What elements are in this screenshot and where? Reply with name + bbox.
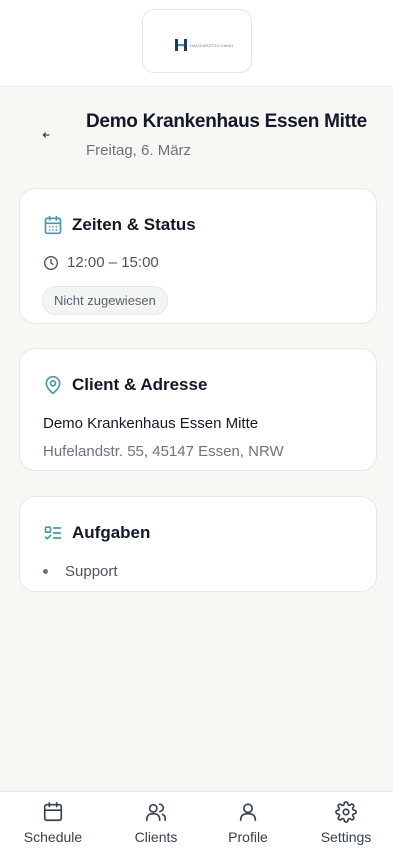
arrow-left-icon	[42, 132, 50, 138]
tasks-card: Aufgaben Support	[19, 496, 377, 592]
logo-mark-icon	[175, 39, 187, 51]
nav-label: Settings	[320, 829, 372, 845]
nav-settings[interactable]: Settings	[297, 792, 393, 854]
nav-clients[interactable]: Clients	[107, 792, 205, 854]
card-header: Client & Adresse	[43, 375, 207, 395]
bottom-nav: Schedule Clients Profile Settings	[0, 791, 393, 854]
back-button[interactable]	[36, 127, 56, 143]
nav-label: Clients	[134, 829, 178, 845]
card-header: Zeiten & Status	[43, 215, 196, 235]
nav-profile[interactable]: Profile	[199, 792, 297, 854]
gear-icon	[335, 801, 357, 823]
client-address[interactable]: Hufelandstr. 55, 45147 Essen, NRW	[43, 443, 284, 460]
logo-text: HAUSARZT24 GmbH	[190, 43, 234, 48]
card-title: Zeiten & Status	[72, 215, 196, 234]
card-header: Aufgaben	[43, 523, 150, 543]
users-icon	[146, 803, 166, 822]
time-range: 12:00 – 15:00	[43, 254, 159, 271]
map-pin-icon	[45, 375, 61, 395]
page-title: Demo Krankenhaus Essen Mitte	[86, 111, 367, 132]
status-badge: Nicht zugewiesen	[42, 286, 168, 315]
clock-icon	[44, 255, 58, 270]
card-title: Aufgaben	[72, 523, 151, 542]
bullet	[43, 569, 48, 574]
card-title: Client & Adresse	[72, 375, 208, 394]
nav-schedule[interactable]: Schedule	[4, 792, 102, 854]
task-list-icon	[44, 526, 62, 540]
time-range-text: 12:00 – 15:00	[67, 254, 159, 271]
nav-label: Schedule	[23, 829, 83, 845]
nav-label: Profile	[228, 829, 268, 845]
calendar-icon	[44, 215, 62, 235]
user-icon	[239, 803, 257, 822]
times-status-card: Zeiten & Status 12:00 – 15:00 Nicht zuge…	[19, 188, 377, 324]
client-name: Demo Krankenhaus Essen Mitte	[43, 415, 259, 432]
client-address-card: Client & Adresse Demo Krankenhaus Essen …	[19, 348, 377, 471]
task-label: Support	[65, 563, 118, 580]
page-subtitle: Freitag, 6. März	[86, 142, 192, 159]
company-logo: HAUSARZT24 GmbH	[142, 9, 252, 73]
calendar-icon	[43, 802, 63, 822]
task-item: Support	[43, 563, 118, 580]
top-bar: HAUSARZT24 GmbH	[0, 0, 393, 87]
